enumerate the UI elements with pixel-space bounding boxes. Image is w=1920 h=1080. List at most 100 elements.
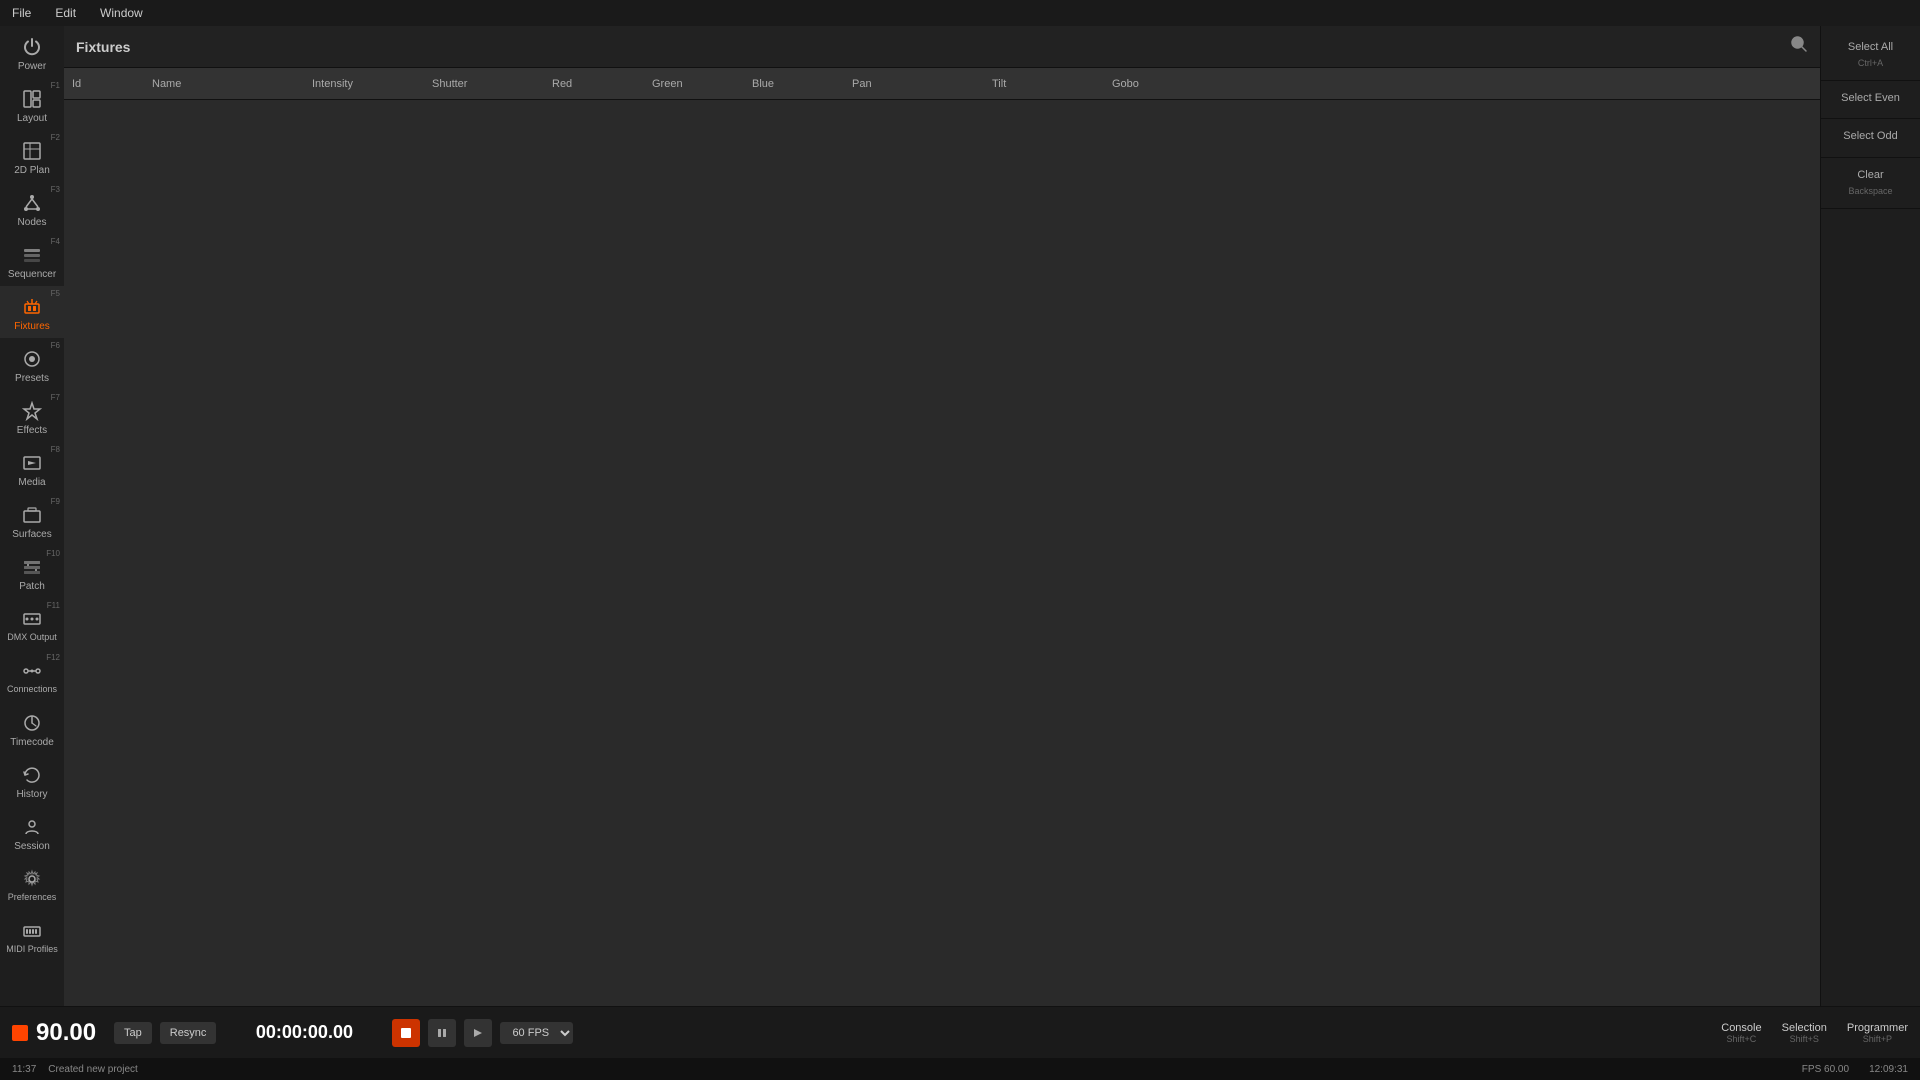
pause-button[interactable]: [428, 1019, 456, 1047]
col-header-red: Red: [544, 78, 644, 90]
sidebar-item-session[interactable]: Session: [0, 806, 64, 858]
right-panel: Select All Ctrl+A Select Even Select Odd…: [1820, 26, 1920, 1006]
sidebar-item-presets[interactable]: F6 Presets: [0, 338, 64, 390]
page-title: Fixtures: [76, 39, 130, 55]
sidebar-label-presets: Presets: [15, 373, 49, 384]
sidebar: Power F1 Layout F2: [0, 26, 64, 1006]
tap-button[interactable]: Tap: [114, 1022, 152, 1044]
col-header-name: Name: [144, 78, 304, 90]
select-all-button[interactable]: Select All Ctrl+A: [1821, 30, 1920, 81]
surfaces-icon: [20, 503, 44, 527]
console-mode-shortcut: Shift+C: [1727, 1034, 1757, 1044]
session-icon: [20, 815, 44, 839]
sidebar-fkey-2dplan: F2: [51, 133, 60, 142]
sidebar-fkey-media: F8: [51, 445, 60, 454]
status-clock: 12:09:31: [1869, 1064, 1908, 1075]
selection-mode-button[interactable]: Selection Shift+S: [1782, 1022, 1827, 1044]
sidebar-item-surfaces[interactable]: F9 Surfaces: [0, 494, 64, 546]
select-odd-label: Select Odd: [1843, 130, 1897, 142]
sidebar-fkey-effects: F7: [51, 393, 60, 402]
search-icon[interactable]: [1790, 35, 1808, 58]
sidebar-fkey-nodes: F3: [51, 185, 60, 194]
fixtures-icon: [20, 295, 44, 319]
sidebar-label-sequencer: Sequencer: [8, 269, 56, 280]
menu-edit[interactable]: Edit: [51, 4, 80, 22]
sidebar-fkey-presets: F6: [51, 341, 60, 350]
sidebar-label-midiprofiles: MIDI Profiles: [6, 945, 58, 955]
connections-icon: [20, 659, 44, 683]
table-body: [64, 100, 1820, 1006]
sidebar-fkey-layout: F1: [51, 81, 60, 90]
clear-label: Clear: [1857, 169, 1883, 181]
play-button[interactable]: [464, 1019, 492, 1047]
sidebar-item-midiprofiles[interactable]: MIDI Profiles: [0, 910, 64, 962]
sidebar-item-dmxoutput[interactable]: F11 DMX Output: [0, 598, 64, 650]
timecode-icon: [20, 711, 44, 735]
programmer-mode-button[interactable]: Programmer Shift+P: [1847, 1022, 1908, 1044]
console-mode-label: Console: [1721, 1022, 1761, 1034]
fps-selector[interactable]: 24 FPS 25 FPS 30 FPS 60 FPS: [500, 1022, 573, 1044]
selection-mode-label: Selection: [1782, 1022, 1827, 1034]
sidebar-label-effects: Effects: [17, 425, 47, 436]
clear-button[interactable]: Clear Backspace: [1821, 158, 1920, 209]
sidebar-fkey-sequencer: F4: [51, 237, 60, 246]
presets-icon: [20, 347, 44, 371]
layout-icon: [20, 87, 44, 111]
select-all-label: Select All: [1848, 41, 1893, 53]
sidebar-fkey-connections: F12: [46, 653, 60, 662]
sidebar-fkey-dmxoutput: F11: [47, 601, 60, 610]
bpm-display: 90.00: [36, 1019, 106, 1047]
menu-file[interactable]: File: [8, 4, 35, 22]
status-bar: 11:37 Created new project FPS 60.00 12:0…: [0, 1058, 1920, 1080]
sidebar-item-sequencer[interactable]: F4 Sequencer: [0, 234, 64, 286]
col-header-blue: Blue: [744, 78, 844, 90]
select-even-label: Select Even: [1841, 92, 1900, 104]
sidebar-label-timecode: Timecode: [10, 737, 54, 748]
transport-bar: 90.00 Tap Resync 00:00:00.00 24 FPS 25 F…: [0, 1006, 1920, 1058]
programmer-mode-shortcut: Shift+P: [1863, 1034, 1892, 1044]
sidebar-label-patch: Patch: [19, 581, 45, 592]
sidebar-fkey-fixtures: F5: [51, 289, 60, 298]
sidebar-item-history[interactable]: History: [0, 754, 64, 806]
status-time: 11:37: [12, 1064, 36, 1075]
col-header-id: Id: [64, 78, 144, 90]
sidebar-item-power[interactable]: Power: [0, 26, 64, 78]
sidebar-item-2dplan[interactable]: F2 2D Plan: [0, 130, 64, 182]
sidebar-label-layout: Layout: [17, 113, 47, 124]
preferences-icon: [20, 867, 44, 891]
sidebar-item-patch[interactable]: F10 Patch: [0, 546, 64, 598]
col-header-intensity: Intensity: [304, 78, 424, 90]
col-header-pan: Pan: [844, 78, 984, 90]
sidebar-item-timecode[interactable]: Timecode: [0, 702, 64, 754]
sidebar-label-media: Media: [18, 477, 45, 488]
midiprofiles-icon: [20, 919, 44, 943]
2dplan-icon: [20, 139, 44, 163]
content-area: Fixtures Id Name Intensity Shutter Red G…: [64, 26, 1820, 1006]
select-even-button[interactable]: Select Even: [1821, 81, 1920, 119]
sidebar-label-history: History: [16, 789, 47, 800]
resync-button[interactable]: Resync: [160, 1022, 217, 1044]
sidebar-item-effects[interactable]: F7 Effects: [0, 390, 64, 442]
programmer-mode-label: Programmer: [1847, 1022, 1908, 1034]
sidebar-label-2dplan: 2D Plan: [14, 165, 50, 176]
sidebar-item-connections[interactable]: F12 Connections: [0, 650, 64, 702]
col-header-tilt: Tilt: [984, 78, 1104, 90]
timecode-display: 00:00:00.00: [224, 1022, 384, 1043]
console-mode-button[interactable]: Console Shift+C: [1721, 1022, 1761, 1044]
sidebar-label-connections: Connections: [7, 685, 57, 695]
stop-button[interactable]: [392, 1019, 420, 1047]
media-icon: [20, 451, 44, 475]
sidebar-item-layout[interactable]: F1 Layout: [0, 78, 64, 130]
sidebar-item-media[interactable]: F8 Media: [0, 442, 64, 494]
sidebar-item-nodes[interactable]: F3 Nodes: [0, 182, 64, 234]
menu-window[interactable]: Window: [96, 4, 147, 22]
patch-icon: [20, 555, 44, 579]
table-header: Id Name Intensity Shutter Red Green Blue…: [64, 68, 1820, 100]
sidebar-item-fixtures[interactable]: F5 Fixtures: [0, 286, 64, 338]
sidebar-label-nodes: Nodes: [18, 217, 47, 228]
record-indicator: [12, 1025, 28, 1041]
menu-bar: File Edit Window: [0, 0, 1920, 26]
select-odd-button[interactable]: Select Odd: [1821, 119, 1920, 157]
sidebar-item-preferences[interactable]: Preferences: [0, 858, 64, 910]
sidebar-label-dmxoutput: DMX Output: [7, 633, 57, 643]
